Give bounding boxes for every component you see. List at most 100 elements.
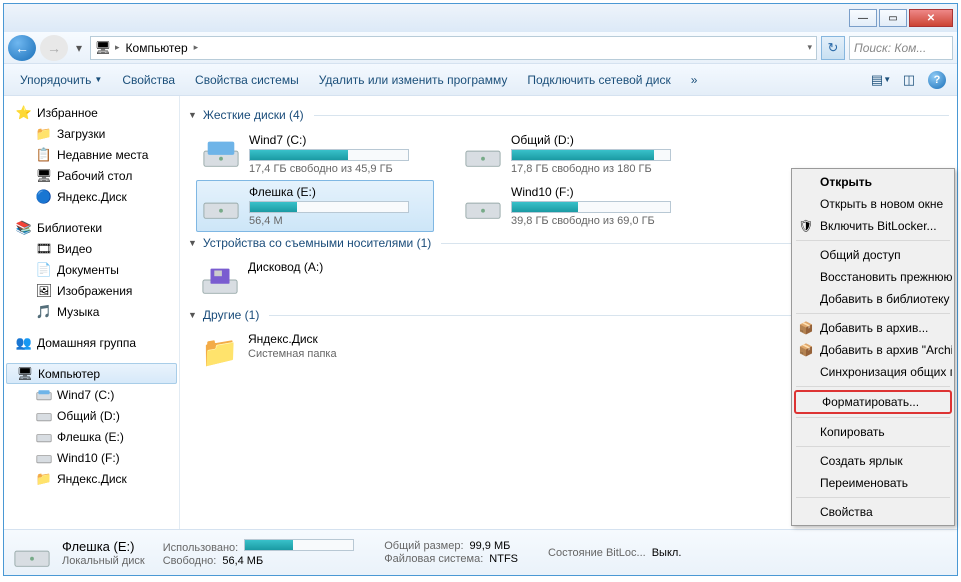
ctx-add-archive[interactable]: 📦Добавить в архив... bbox=[794, 317, 952, 339]
ctx-restore[interactable]: Восстановить прежнюю bbox=[794, 266, 952, 288]
free-value: 56,4 МБ bbox=[222, 555, 263, 567]
ctx-copy[interactable]: Копировать bbox=[794, 421, 952, 443]
drive-label: Дисковод (A:) bbox=[248, 260, 430, 274]
view-mode-button[interactable]: ▤ ▼ bbox=[869, 68, 893, 92]
ctx-separator bbox=[796, 417, 950, 418]
picture-icon: 🖼 bbox=[36, 283, 52, 299]
ctx-add-library[interactable]: Добавить в библиотеку bbox=[794, 288, 952, 310]
library-icon: 📚 bbox=[16, 220, 32, 236]
ctx-separator bbox=[796, 313, 950, 314]
drive-icon bbox=[463, 133, 503, 173]
section-hard-drives[interactable]: ▼Жесткие диски (4) bbox=[188, 108, 949, 122]
ctx-format[interactable]: Форматировать... bbox=[794, 390, 952, 414]
drive-d[interactable]: Общий (D:) 17,8 ГБ свободно из 180 ГБ bbox=[458, 128, 696, 180]
shield-icon: 🛡 bbox=[798, 218, 814, 234]
sidebar-libraries[interactable]: 📚Библиотеки bbox=[4, 217, 179, 238]
collapse-icon[interactable]: ▼ bbox=[188, 238, 197, 248]
drive-a[interactable]: Дисковод (A:) bbox=[196, 256, 434, 304]
computer-icon: 🖥 bbox=[17, 366, 33, 382]
sidebar-item-videos[interactable]: 🎞Видео bbox=[4, 238, 179, 259]
system-properties-button[interactable]: Свойства системы bbox=[187, 69, 307, 91]
drive-free-text: 17,4 ГБ свободно из 45,9 ГБ bbox=[249, 163, 429, 175]
drive-icon bbox=[36, 387, 52, 403]
sidebar-item-downloads[interactable]: 📁Загрузки bbox=[4, 123, 179, 144]
collapse-icon[interactable]: ▼ bbox=[188, 310, 197, 320]
sidebar-item-drive-c[interactable]: Wind7 (C:) bbox=[4, 384, 179, 405]
address-dropdown[interactable]: ▾ bbox=[807, 42, 812, 53]
sidebar-item-recent[interactable]: 📋Недавние места bbox=[4, 144, 179, 165]
drive-free-text: 56,4 М bbox=[249, 215, 429, 227]
status-name: Флешка (E:) bbox=[62, 539, 145, 554]
ctx-share[interactable]: Общий доступ bbox=[794, 244, 952, 266]
sidebar-item-desktop[interactable]: 🖥Рабочий стол bbox=[4, 165, 179, 186]
music-icon: 🎵 bbox=[36, 304, 52, 320]
folder-icon: 📁 bbox=[200, 332, 240, 372]
properties-button[interactable]: Свойства bbox=[114, 69, 183, 91]
sidebar-item-documents[interactable]: 📄Документы bbox=[4, 259, 179, 280]
sidebar-favorites[interactable]: ⭐Избранное bbox=[4, 102, 179, 123]
drive-free-text: 39,8 ГБ свободно из 69,0 ГБ bbox=[511, 215, 691, 227]
sidebar-homegroup[interactable]: 👥Домашняя группа bbox=[4, 332, 179, 353]
ctx-add-archive-named[interactable]: 📦Добавить в архив "Archiv bbox=[794, 339, 952, 361]
computer-icon: 🖥 bbox=[95, 40, 111, 56]
ctx-create-shortcut[interactable]: Создать ярлык bbox=[794, 450, 952, 472]
drive-icon bbox=[463, 185, 503, 225]
chevron-right-icon[interactable]: ▸ bbox=[194, 42, 199, 53]
maximize-button[interactable]: ▭ bbox=[879, 9, 907, 27]
drive-icon bbox=[201, 185, 241, 225]
ctx-rename[interactable]: Переименовать bbox=[794, 472, 952, 494]
search-input[interactable]: Поиск: Ком... bbox=[849, 36, 953, 60]
close-button[interactable]: ✕ bbox=[909, 9, 953, 27]
ctx-open-new-window[interactable]: Открыть в новом окне bbox=[794, 193, 952, 215]
folder-icon: 📁 bbox=[36, 126, 52, 142]
preview-pane-button[interactable]: ◫ bbox=[897, 68, 921, 92]
ctx-open[interactable]: Открыть bbox=[794, 171, 952, 193]
forward-button[interactable]: → bbox=[40, 35, 68, 61]
minimize-button[interactable]: — bbox=[849, 9, 877, 27]
breadcrumb-computer[interactable]: Компьютер bbox=[124, 41, 190, 55]
drive-free-text: 17,8 ГБ свободно из 180 ГБ bbox=[511, 163, 691, 175]
archive-icon: 📦 bbox=[798, 342, 814, 358]
navigation-bar: ← → ▾ 🖥 ▸ Компьютер ▸ ▾ ↻ Поиск: Ком... bbox=[4, 32, 957, 64]
back-button[interactable]: ← bbox=[8, 35, 36, 61]
help-button[interactable]: ? bbox=[925, 68, 949, 92]
folder-yandexdisk[interactable]: 📁 Яндекс.Диск Системная папка bbox=[196, 328, 434, 376]
uninstall-button[interactable]: Удалить или изменить программу bbox=[311, 69, 516, 91]
sidebar-computer[interactable]: 🖥Компьютер bbox=[6, 363, 177, 384]
more-button[interactable]: » bbox=[683, 69, 706, 91]
ctx-separator bbox=[796, 386, 950, 387]
drive-label: Общий (D:) bbox=[511, 133, 691, 147]
folder-label: Яндекс.Диск bbox=[248, 332, 430, 346]
refresh-button[interactable]: ↻ bbox=[821, 36, 845, 60]
sidebar-item-drive-f[interactable]: Wind10 (F:) bbox=[4, 447, 179, 468]
used-label: Использовано: bbox=[163, 542, 239, 554]
sidebar-item-yandexdisk[interactable]: 🔵Яндекс.Диск bbox=[4, 186, 179, 207]
usage-bar bbox=[249, 201, 409, 213]
ctx-properties[interactable]: Свойства bbox=[794, 501, 952, 523]
ctx-sync[interactable]: Синхронизация общих п bbox=[794, 361, 952, 383]
sidebar-item-music[interactable]: 🎵Музыка bbox=[4, 301, 179, 322]
address-bar[interactable]: 🖥 ▸ Компьютер ▸ ▾ bbox=[90, 36, 817, 60]
sidebar-item-yandexdisk-drive[interactable]: 📁Яндекс.Диск bbox=[4, 468, 179, 489]
collapse-icon[interactable]: ▼ bbox=[188, 110, 197, 120]
drive-c[interactable]: Wind7 (C:) 17,4 ГБ свободно из 45,9 ГБ bbox=[196, 128, 434, 180]
fs-label: Файловая система: bbox=[384, 553, 483, 565]
drive-label: Wind7 (C:) bbox=[249, 133, 429, 147]
chevron-right-icon[interactable]: ▸ bbox=[115, 42, 120, 53]
usage-bar bbox=[244, 539, 354, 551]
drive-label: Wind10 (F:) bbox=[511, 185, 691, 199]
sidebar-item-drive-e[interactable]: Флешка (E:) bbox=[4, 426, 179, 447]
sidebar-item-drive-d[interactable]: Общий (D:) bbox=[4, 405, 179, 426]
history-dropdown[interactable]: ▾ bbox=[72, 38, 86, 58]
archive-icon: 📦 bbox=[798, 320, 814, 336]
drive-icon bbox=[36, 450, 52, 466]
sidebar-item-pictures[interactable]: 🖼Изображения bbox=[4, 280, 179, 301]
folder-icon: 📁 bbox=[36, 471, 52, 487]
drive-f[interactable]: Wind10 (F:) 39,8 ГБ свободно из 69,0 ГБ bbox=[458, 180, 696, 232]
desktop-icon: 🖥 bbox=[36, 168, 52, 184]
organize-button[interactable]: Упорядочить▼ bbox=[12, 69, 110, 91]
map-drive-button[interactable]: Подключить сетевой диск bbox=[519, 69, 678, 91]
drive-e[interactable]: Флешка (E:) 56,4 М bbox=[196, 180, 434, 232]
details-pane: Флешка (E:) Локальный диск Использовано:… bbox=[4, 529, 957, 575]
ctx-bitlocker[interactable]: 🛡Включить BitLocker... bbox=[794, 215, 952, 237]
